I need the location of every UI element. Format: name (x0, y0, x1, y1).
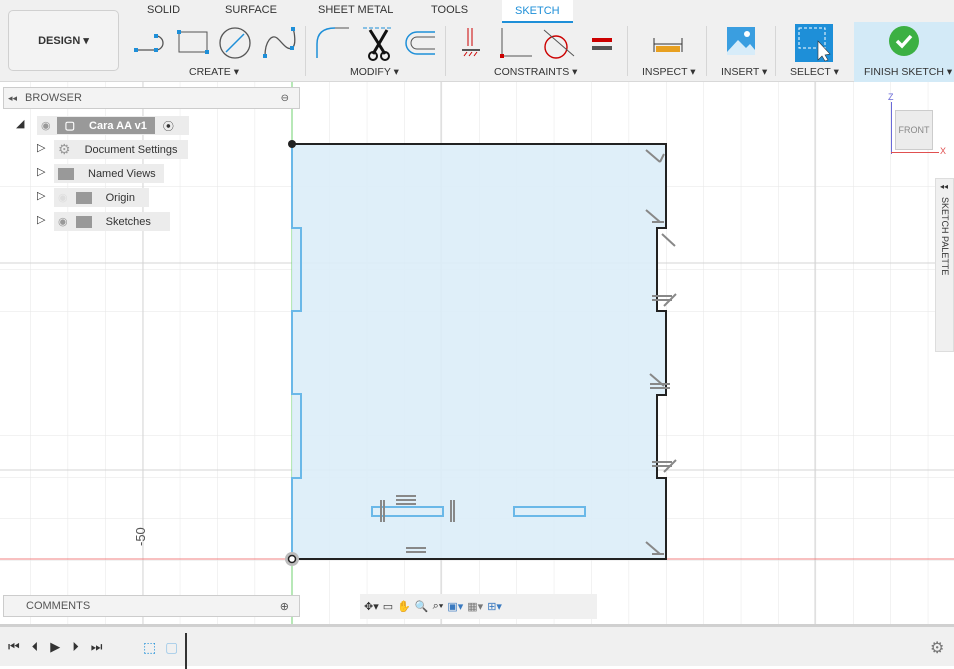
insert-image-icon[interactable] (726, 26, 756, 58)
timeline-marker[interactable] (185, 633, 187, 669)
minimize-icon[interactable]: ⊖ (281, 93, 289, 104)
modify-menu[interactable]: MODIFY ▾ (350, 66, 399, 78)
play-icon[interactable]: ▶ (50, 639, 60, 655)
timeline: ⏮ ⏴ ▶ ⏵ ⏭ ⬚ ▢ ⚙ (0, 624, 954, 669)
inspect-menu[interactable]: INSPECT ▾ (642, 66, 696, 78)
pan-hand-icon[interactable]: ✋ (397, 600, 411, 613)
timeline-feature-icon[interactable]: ▢ (165, 639, 178, 656)
expand-triangle-icon[interactable]: ▷ (37, 141, 45, 154)
orbit-icon[interactable]: ✥▾ (364, 600, 379, 613)
eye-icon[interactable]: ◉ (58, 215, 68, 228)
create-tools-icons[interactable] (132, 26, 302, 62)
toolbar: DESIGN ▾ SOLID SURFACE SHEET METAL TOOLS… (0, 0, 954, 82)
divider (445, 26, 446, 76)
sketch-point[interactable] (288, 140, 296, 148)
go-to-end-icon[interactable]: ⏭ (91, 639, 103, 655)
divider (706, 26, 707, 76)
divider (305, 26, 306, 76)
tree-item-origin[interactable]: ◉ Origin (54, 188, 149, 207)
canvas-viewport[interactable]: -50 ◂◂ BROWSER ⊖ ◢ ◉ ▢ Cara AA v1 ⦿ ▷ ⚙ Do… (0, 82, 954, 624)
go-to-start-icon[interactable]: ⏮ (8, 639, 20, 655)
eye-hidden-icon[interactable]: ◉ (58, 191, 68, 204)
navigation-bar: ✥▾ ▭ ✋ 🔍 ⌕▾ ▣▾ ▦▾ ⊞▾ (360, 594, 597, 619)
tab-solid[interactable]: SOLID (147, 4, 180, 16)
view-cube-front-face[interactable]: FRONT (895, 110, 933, 150)
fit-window-icon[interactable]: ⌕▾ (433, 600, 444, 613)
modify-tools-icons[interactable] (315, 26, 440, 62)
circle-icon (219, 27, 251, 59)
folder-icon (75, 215, 92, 228)
line-icon (134, 34, 164, 52)
display-settings-icon[interactable]: ▣▾ (447, 600, 463, 613)
tree-root[interactable]: ◉ ▢ Cara AA v1 ⦿ (37, 116, 189, 135)
select-menu[interactable]: SELECT ▾ (790, 66, 839, 78)
offset-icon (405, 31, 435, 55)
constraints-menu[interactable]: CONSTRAINTS ▾ (494, 66, 577, 78)
perpendicular-icon (500, 28, 532, 58)
divider (627, 26, 628, 76)
expand-triangle-icon[interactable]: ▷ (37, 213, 45, 226)
view-cube[interactable]: Z X FRONT (885, 92, 946, 156)
timeline-sketch-icon[interactable]: ⬚ (143, 639, 156, 656)
tab-sheet-metal[interactable]: SHEET METAL (318, 4, 393, 16)
fillet-icon (316, 27, 349, 58)
eye-icon[interactable]: ◉ (41, 119, 51, 132)
step-forward-icon[interactable]: ⏵ (72, 639, 79, 655)
tab-surface[interactable]: SURFACE (225, 4, 277, 16)
tab-sketch[interactable]: SKETCH (502, 0, 573, 23)
constraints-icons[interactable] (460, 26, 620, 62)
ruler-label: -50 (133, 527, 148, 546)
equal-icon (592, 38, 612, 50)
create-menu[interactable]: CREATE ▾ (189, 66, 239, 78)
finish-sketch-button[interactable]: FINISH SKETCH ▾ (854, 22, 954, 82)
select-icon[interactable] (795, 24, 833, 62)
tree-item-document-settings[interactable]: ⚙ Document Settings (54, 140, 188, 159)
measure-ruler-icon[interactable] (652, 26, 684, 62)
tree-item-sketches[interactable]: ◉ Sketches (54, 212, 170, 231)
checkmark-icon (889, 26, 919, 56)
collapse-icon[interactable]: ◂◂ (8, 93, 17, 104)
component-icon: ▢ (64, 120, 76, 132)
tree-item-named-views[interactable]: Named Views (54, 164, 164, 183)
activate-radio-icon[interactable]: ⦿ (163, 118, 174, 134)
divider (775, 26, 776, 76)
sketch-profile[interactable] (292, 144, 666, 559)
collapse-triangle-icon[interactable]: ◢ (16, 117, 24, 130)
folder-icon (58, 167, 74, 180)
rectangle-icon (177, 30, 209, 54)
comments-panel-header[interactable]: COMMENTS ⊕ (3, 595, 300, 617)
sketch-palette-tab[interactable]: ◂◂ SKETCH PALETTE (935, 178, 954, 352)
expand-triangle-icon[interactable]: ▷ (37, 165, 45, 178)
tab-tools[interactable]: TOOLS (431, 4, 468, 16)
add-comment-icon[interactable]: ⊕ (280, 600, 289, 613)
tangent-icon (543, 29, 575, 59)
spline-icon (263, 27, 296, 58)
gear-icon: ⚙ (58, 141, 71, 157)
folder-icon (75, 191, 92, 204)
viewports-icon[interactable]: ⊞▾ (487, 600, 502, 613)
look-at-icon[interactable]: ▭ (383, 600, 393, 613)
insert-menu[interactable]: INSERT ▾ (721, 66, 767, 78)
gear-icon[interactable]: ⚙ (930, 638, 944, 658)
zoom-icon[interactable]: 🔍 (415, 600, 429, 613)
coincident-icon (462, 28, 480, 57)
browser-panel-header[interactable]: ◂◂ BROWSER ⊖ (3, 87, 300, 109)
grid-settings-icon[interactable]: ▦▾ (467, 600, 483, 613)
expand-icon[interactable]: ◂◂ (940, 182, 948, 191)
design-workspace-button[interactable]: DESIGN ▾ (8, 10, 119, 71)
step-back-icon[interactable]: ⏴ (32, 639, 39, 655)
expand-triangle-icon[interactable]: ▷ (37, 189, 45, 202)
trim-scissors-icon (363, 27, 393, 61)
